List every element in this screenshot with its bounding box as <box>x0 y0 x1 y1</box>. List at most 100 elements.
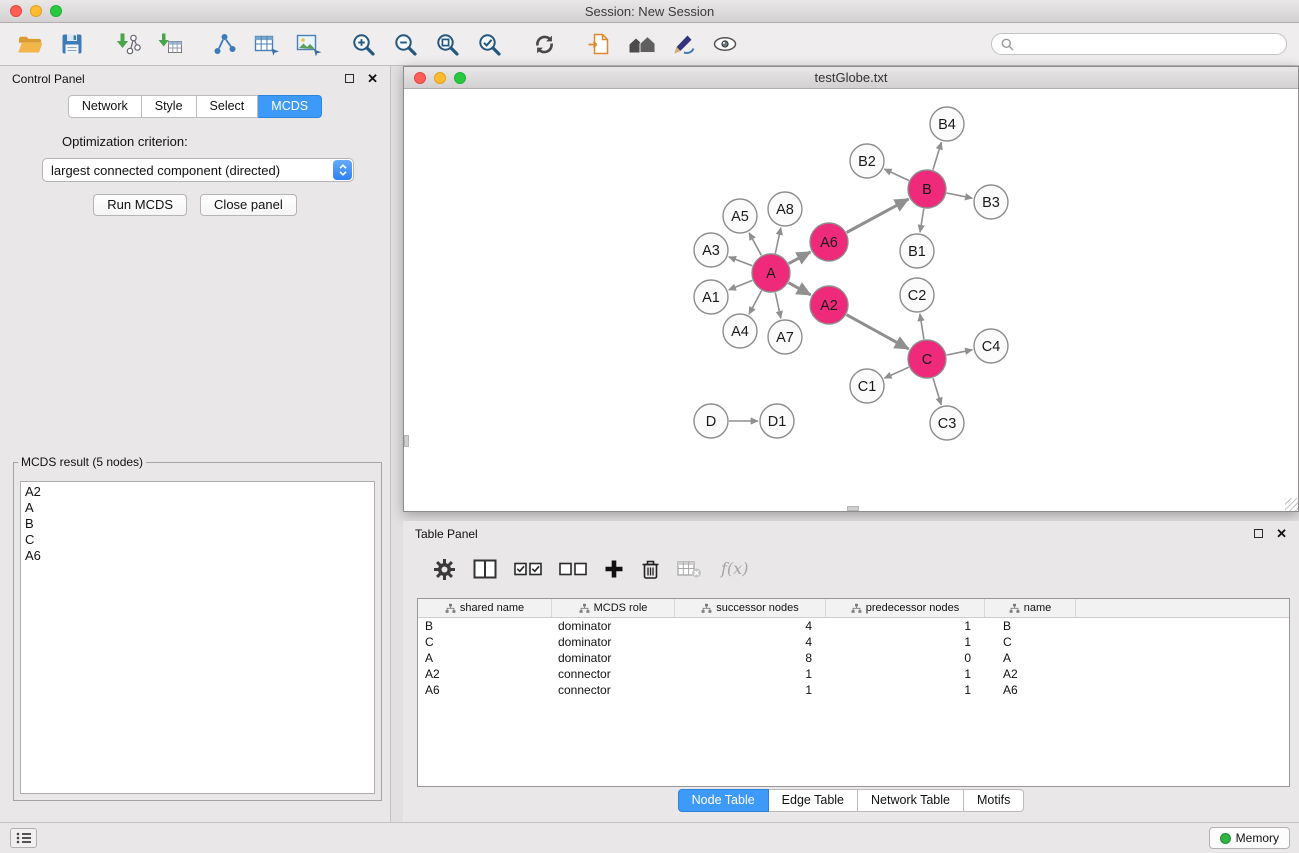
vertical-scrollbar-thumb[interactable] <box>404 435 409 447</box>
tab-node-table[interactable]: Node Table <box>678 789 769 812</box>
function-button[interactable]: f(x) <box>719 558 753 580</box>
close-network-window-button[interactable] <box>414 72 426 84</box>
table-cell[interactable]: dominator <box>552 619 675 633</box>
columns-button[interactable] <box>473 559 497 579</box>
table-cell[interactable]: 1 <box>675 683 826 697</box>
search-box[interactable] <box>991 33 1287 55</box>
table-cell[interactable]: A <box>418 651 552 665</box>
edge-A-A8[interactable] <box>775 228 781 254</box>
close-table-panel-icon[interactable]: ✕ <box>1276 527 1287 540</box>
table-cell[interactable]: C <box>985 635 1076 649</box>
edge-B-B1[interactable] <box>920 209 924 233</box>
settings-button[interactable] <box>433 558 456 581</box>
column-header-predecessor-nodes[interactable]: predecessor nodes <box>826 599 985 617</box>
zoom-out-button[interactable] <box>387 26 423 62</box>
import-table-button[interactable] <box>151 26 187 62</box>
open-session-button[interactable] <box>581 26 617 62</box>
table-cell[interactable]: 0 <box>826 651 985 665</box>
table-cell[interactable]: 1 <box>826 683 985 697</box>
export-image-button[interactable] <box>290 26 326 62</box>
node-A3[interactable]: A3 <box>694 233 728 267</box>
table-cell[interactable]: dominator <box>552 651 675 665</box>
table-cell[interactable]: A <box>985 651 1076 665</box>
edge-A6-B[interactable] <box>847 199 909 233</box>
select-all-button[interactable] <box>514 559 542 579</box>
table-cell[interactable]: 1 <box>826 619 985 633</box>
table-cell[interactable]: B <box>418 619 552 633</box>
new-table-button[interactable] <box>248 26 284 62</box>
node-C3[interactable]: C3 <box>930 406 964 440</box>
save-button[interactable] <box>54 26 90 62</box>
table-cell[interactable]: 4 <box>675 635 826 649</box>
node-B3[interactable]: B3 <box>974 185 1008 219</box>
table-row[interactable]: A2connector11A2 <box>418 666 1289 682</box>
edge-C-C1[interactable] <box>884 367 909 378</box>
node-B4[interactable]: B4 <box>930 107 964 141</box>
zoom-window-button[interactable] <box>50 5 62 17</box>
column-header-successor-nodes[interactable]: successor nodes <box>675 599 826 617</box>
horizontal-scrollbar-thumb[interactable] <box>847 506 859 511</box>
edge-B-B2[interactable] <box>884 169 909 181</box>
tab-motifs[interactable]: Motifs <box>964 789 1024 812</box>
tab-mcds[interactable]: MCDS <box>258 95 322 118</box>
node-D1[interactable]: D1 <box>760 404 794 438</box>
deselect-all-button[interactable] <box>559 559 587 579</box>
network-canvas-svg[interactable]: B4B2BB3A8A5A6B1A3AC2A1A2A4A7C4CC1C3DD1 <box>404 90 1296 511</box>
tab-edge-table[interactable]: Edge Table <box>769 789 858 812</box>
mcds-result-item[interactable]: A <box>25 500 370 516</box>
table-cell[interactable]: B <box>985 619 1076 633</box>
node-A7[interactable]: A7 <box>768 320 802 354</box>
table-row[interactable]: A6connector11A6 <box>418 682 1289 698</box>
mcds-result-item[interactable]: A6 <box>25 548 370 564</box>
import-network-button[interactable] <box>109 26 145 62</box>
pen-button[interactable] <box>665 26 701 62</box>
table-cell[interactable]: A6 <box>985 683 1076 697</box>
table-cell[interactable]: connector <box>552 683 675 697</box>
new-network-button[interactable] <box>206 26 242 62</box>
edge-A-A2[interactable] <box>789 283 811 295</box>
table-cell[interactable]: A6 <box>418 683 552 697</box>
edge-C-C2[interactable] <box>920 314 924 339</box>
mcds-result-item[interactable]: B <box>25 516 370 532</box>
delete-table-button[interactable] <box>677 559 702 579</box>
open-folder-button[interactable] <box>12 26 48 62</box>
close-control-panel-icon[interactable]: ✕ <box>367 72 378 85</box>
network-window-titlebar[interactable]: testGlobe.txt <box>404 67 1298 89</box>
tab-network-table[interactable]: Network Table <box>858 789 964 812</box>
minimize-network-window-button[interactable] <box>434 72 446 84</box>
node-A6[interactable]: A6 <box>810 223 848 261</box>
tab-style[interactable]: Style <box>142 95 197 118</box>
node-C1[interactable]: C1 <box>850 369 884 403</box>
edge-A-A5[interactable] <box>749 233 761 256</box>
node-B1[interactable]: B1 <box>900 234 934 268</box>
table-cell[interactable]: connector <box>552 667 675 681</box>
table-row[interactable]: Bdominator41B <box>418 618 1289 634</box>
edge-A-A4[interactable] <box>749 291 762 315</box>
zoom-in-button[interactable] <box>345 26 381 62</box>
search-input[interactable] <box>1019 37 1277 51</box>
zoom-selected-button[interactable] <box>471 26 507 62</box>
table-row[interactable]: Adominator80A <box>418 650 1289 666</box>
memory-button[interactable]: Memory <box>1209 827 1290 849</box>
node-D[interactable]: D <box>694 404 728 438</box>
column-header-MCDS-role[interactable]: MCDS role <box>552 599 675 617</box>
delete-button[interactable] <box>641 559 660 580</box>
zoom-fit-button[interactable] <box>429 26 465 62</box>
edge-C-C4[interactable] <box>947 350 973 355</box>
table-cell[interactable]: 1 <box>826 667 985 681</box>
table-cell[interactable]: 4 <box>675 619 826 633</box>
zoom-network-window-button[interactable] <box>454 72 466 84</box>
table-cell[interactable]: 1 <box>675 667 826 681</box>
node-B[interactable]: B <box>908 170 946 208</box>
mcds-result-item[interactable]: C <box>25 532 370 548</box>
criterion-dropdown[interactable]: largest connected component (directed) <box>42 158 354 182</box>
node-A1[interactable]: A1 <box>694 280 728 314</box>
add-button[interactable] <box>604 559 624 579</box>
tab-network[interactable]: Network <box>68 95 142 118</box>
refresh-button[interactable] <box>526 26 562 62</box>
resize-corner-handle[interactable] <box>1285 498 1298 511</box>
edge-A-A3[interactable] <box>729 257 753 266</box>
node-A8[interactable]: A8 <box>768 192 802 226</box>
node-A4[interactable]: A4 <box>723 314 757 348</box>
show-panel-button[interactable] <box>10 828 37 848</box>
